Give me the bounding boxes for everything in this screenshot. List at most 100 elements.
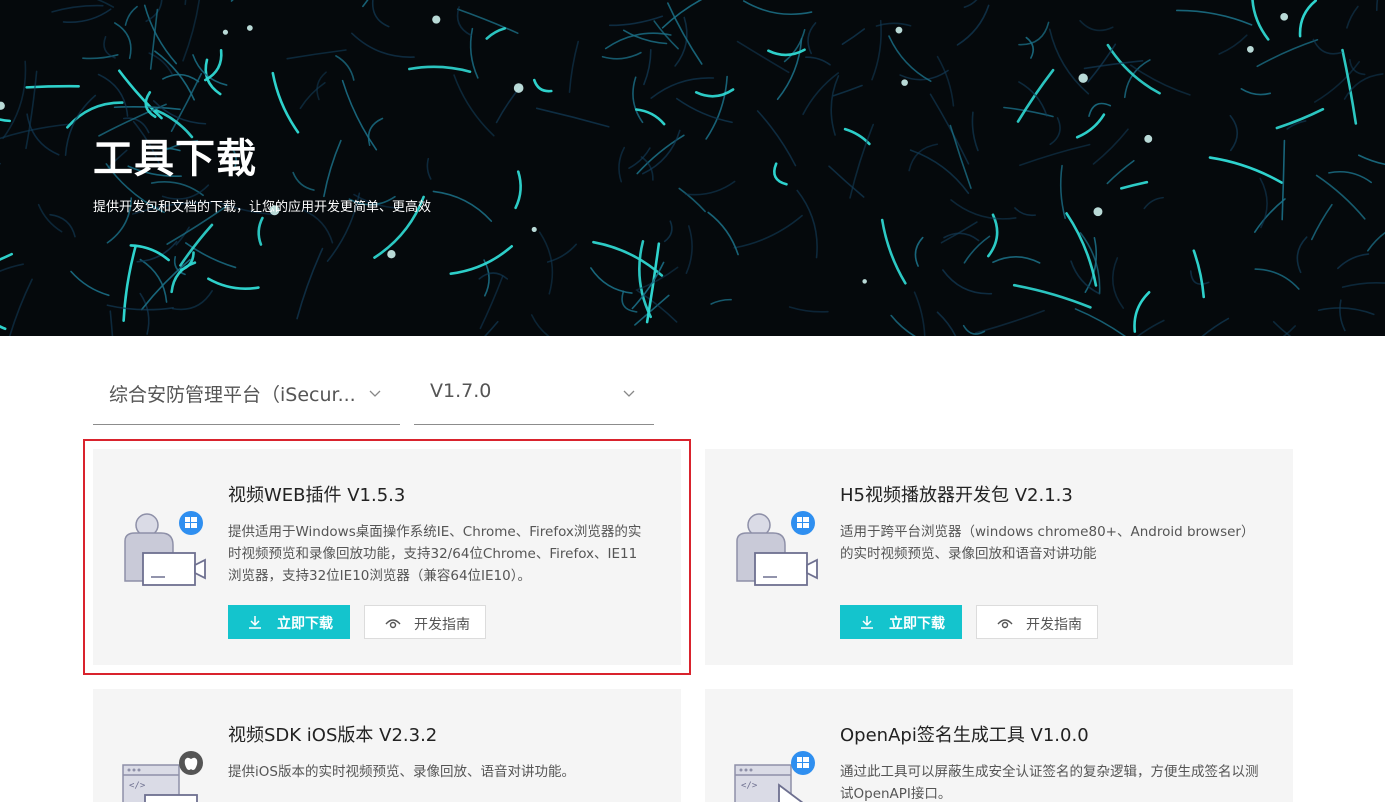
light-streak [1229, 114, 1239, 152]
light-streak [871, 19, 882, 81]
platform-select[interactable]: 综合安防管理平台（iSecur... [93, 370, 400, 425]
dev-guide-button[interactable]: 开发指南 [976, 605, 1098, 639]
light-streak [830, 75, 840, 136]
light-dot [387, 250, 396, 259]
light-streak [888, 35, 932, 82]
light-streak [179, 223, 214, 267]
light-streak [684, 180, 736, 196]
light-streak [1075, 113, 1106, 139]
light-streak [776, 38, 803, 101]
light-streak [841, 28, 866, 45]
light-streak [1240, 88, 1272, 96]
light-streak [832, 84, 863, 97]
light-streak [1317, 307, 1375, 316]
light-streak [230, 0, 234, 2]
light-streak [8, 278, 33, 336]
light-streak [1310, 203, 1333, 241]
light-streak [0, 263, 24, 272]
tool-card[interactable]: </> OpenApi签名生成工具 V1.0.0 通过此工具可以屏蔽生成安全认证… [705, 689, 1293, 802]
light-streak [1059, 164, 1066, 219]
card-description: 通过此工具可以屏蔽生成安全认证签名的复杂逻辑，方便生成签名以测试OpenAPI接… [840, 764, 1259, 802]
light-streak [532, 78, 553, 93]
light-streak [1259, 177, 1268, 229]
light-streak [113, 22, 132, 59]
light-streak [1253, 198, 1286, 233]
video-player-sdk-icon [736, 511, 818, 586]
tool-card[interactable]: H5视频播放器开发包 V2.1.3 适用于跨平台浏览器（windows chro… [705, 449, 1293, 665]
light-streak [601, 51, 642, 60]
light-streak [546, 243, 578, 263]
light-dot [1078, 73, 1088, 83]
light-streak [1079, 19, 1114, 32]
light-streak [913, 291, 926, 336]
dev-guide-button[interactable]: 开发指南 [364, 605, 486, 639]
light-streak [663, 220, 673, 243]
light-streak [109, 310, 114, 336]
page-title: 工具下载 [93, 136, 257, 182]
light-dot [901, 79, 908, 86]
light-streak [962, 324, 986, 335]
card-title: 视频WEB插件 V1.5.3 [228, 485, 406, 506]
download-button[interactable]: 立即下载 [840, 605, 962, 639]
light-streak [66, 101, 124, 129]
version-select-value: V1.7.0 [430, 380, 492, 402]
light-streak [694, 88, 735, 98]
light-streak [908, 143, 939, 172]
light-streak [1143, 196, 1164, 210]
card-description: 提供适用于Windows桌面操作系统IE、Chrome、Firefox浏览器的实… [228, 524, 642, 584]
light-streak [756, 110, 797, 167]
light-streak [257, 216, 264, 246]
light-streak [271, 71, 300, 134]
light-streak [636, 134, 685, 175]
light-streak [292, 171, 315, 191]
light-streak [302, 209, 334, 244]
light-streak [1315, 174, 1366, 220]
hero-banner: 工具下载 提供开发包和文档的下载，让您的应用开发更简单、更高效 [0, 0, 1385, 336]
light-streak [621, 290, 638, 313]
tool-card[interactable]: 视频WEB插件 V1.5.3 提供适用于Windows桌面操作系统IE、Chro… [83, 439, 691, 675]
light-streak [1349, 58, 1366, 76]
light-streak [26, 113, 60, 156]
light-streak [530, 314, 550, 336]
ios-sdk-icon: </> [122, 751, 203, 802]
light-streak [1337, 253, 1370, 270]
light-streak [1120, 180, 1149, 190]
dev-guide-button-label: 开发指南 [1026, 616, 1082, 632]
light-streak [971, 111, 979, 152]
light-streak [335, 55, 355, 81]
light-streak [299, 81, 326, 110]
light-streak [849, 123, 875, 199]
light-streak [1358, 154, 1385, 166]
light-streak [1136, 319, 1165, 336]
light-dot [1093, 207, 1103, 217]
light-streak [1201, 317, 1230, 336]
light-streak [1018, 21, 1050, 46]
light-streak [351, 32, 415, 58]
light-streak [992, 256, 1041, 264]
light-streak [484, 320, 499, 336]
light-streak [807, 22, 817, 55]
chevron-down-icon [623, 390, 635, 397]
download-button[interactable]: 立即下载 [228, 605, 350, 639]
light-streak [710, 298, 732, 305]
light-streak [1176, 9, 1253, 26]
light-streak [685, 225, 693, 275]
light-dot [513, 83, 524, 93]
light-streak [773, 162, 788, 186]
light-streak [535, 107, 610, 128]
light-streak [0, 324, 7, 331]
light-streak [974, 309, 1045, 334]
tool-card[interactable]: </> 视频SDK iOS版本 V2.3.2 提供iOS版本的实时视频预览、录像… [93, 689, 681, 802]
light-streak [733, 214, 803, 249]
light-streak [1106, 159, 1135, 185]
version-select[interactable]: V1.7.0 [414, 370, 654, 425]
light-streak [949, 124, 972, 189]
light-streak [175, 226, 190, 246]
light-streak [106, 304, 174, 311]
windows-icon [791, 511, 815, 535]
light-streak [618, 146, 626, 183]
light-streak [514, 170, 522, 210]
light-dot [862, 279, 867, 284]
light-streak [1049, 117, 1061, 146]
light-streak [479, 275, 504, 330]
